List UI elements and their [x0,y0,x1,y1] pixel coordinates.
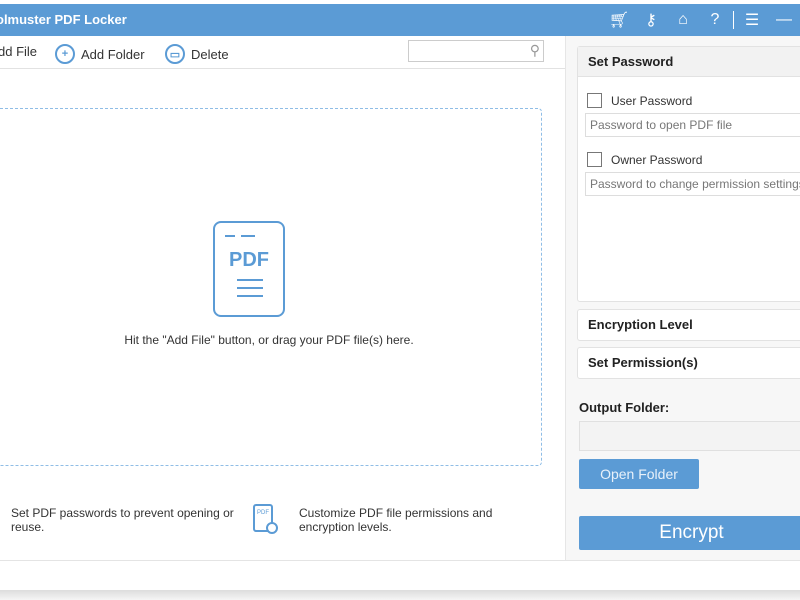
set-password-panel: Set Password User Password Password to o… [577,46,800,302]
drop-zone[interactable]: PDF Hit the "Add File" button, or drag y… [0,108,542,466]
add-folder-label: Add Folder [81,46,145,62]
pdf-icon-text: PDF [229,249,269,271]
owner-password-input[interactable]: Password to change permission settings [585,172,800,196]
minimize-icon[interactable]: — [768,8,800,32]
user-password-input[interactable]: Password to open PDF file [585,113,800,137]
feedback-icon[interactable]: ☰ [736,8,768,32]
add-file-button[interactable]: dd File [0,44,37,59]
key-icon[interactable]: ⚷ [635,8,667,32]
settings-panel: Set Password User Password Password to o… [565,36,800,560]
owner-password-checkbox[interactable]: Owner Password [587,152,702,167]
delete-button[interactable]: ▭ Delete [165,44,229,64]
pdf-settings-icon: PDF [253,504,278,534]
folder-plus-icon: + [55,44,75,64]
checkbox-icon[interactable] [587,152,602,167]
home-icon[interactable]: ⌂ [667,8,699,32]
set-permissions-panel[interactable]: Set Permission(s) [577,347,800,379]
open-folder-button[interactable]: Open Folder [579,459,699,489]
encrypt-button[interactable]: Encrypt [579,516,800,550]
checkbox-icon[interactable] [587,93,602,108]
output-folder-input[interactable] [579,421,800,451]
delete-label: Delete [191,46,229,62]
set-permissions-header[interactable]: Set Permission(s) [578,348,800,378]
output-folder-label: Output Folder: [579,400,670,415]
add-folder-button[interactable]: + Add Folder [55,44,145,64]
divider [0,560,800,561]
add-file-label: dd File [0,44,38,59]
app-title: olmuster PDF Locker [0,12,127,27]
user-password-label: User Password [611,93,693,108]
divider [733,11,734,29]
help-icon[interactable]: ? [699,8,731,32]
search-input[interactable]: ⚲ [408,40,544,62]
set-password-header[interactable]: Set Password [578,47,800,77]
trash-icon: ▭ [165,44,185,64]
encryption-level-panel[interactable]: Encryption Level [577,309,800,341]
user-password-checkbox[interactable]: User Password [587,93,692,108]
cart-icon[interactable]: 🛒︎ [603,8,635,32]
pdf-settings-icon-text: PDF [257,510,269,516]
info-passwords: Set PDF passwords to prevent opening or … [11,506,234,534]
window-shadow [0,590,800,600]
info-permissions: Customize PDF file permissions and encry… [299,506,493,534]
title-bar: olmuster PDF Locker 🛒︎ ⚷ ⌂ ? ☰ — [0,4,800,36]
encryption-level-header[interactable]: Encryption Level [578,310,800,340]
drop-hint: Hit the "Add File" button, or drag your … [124,333,414,347]
owner-password-label: Owner Password [611,152,703,167]
search-icon[interactable]: ⚲ [530,42,540,59]
toolbar: dd File + Add Folder ▭ Delete ⚲ [0,36,565,69]
pdf-file-icon: PDF [213,221,285,317]
